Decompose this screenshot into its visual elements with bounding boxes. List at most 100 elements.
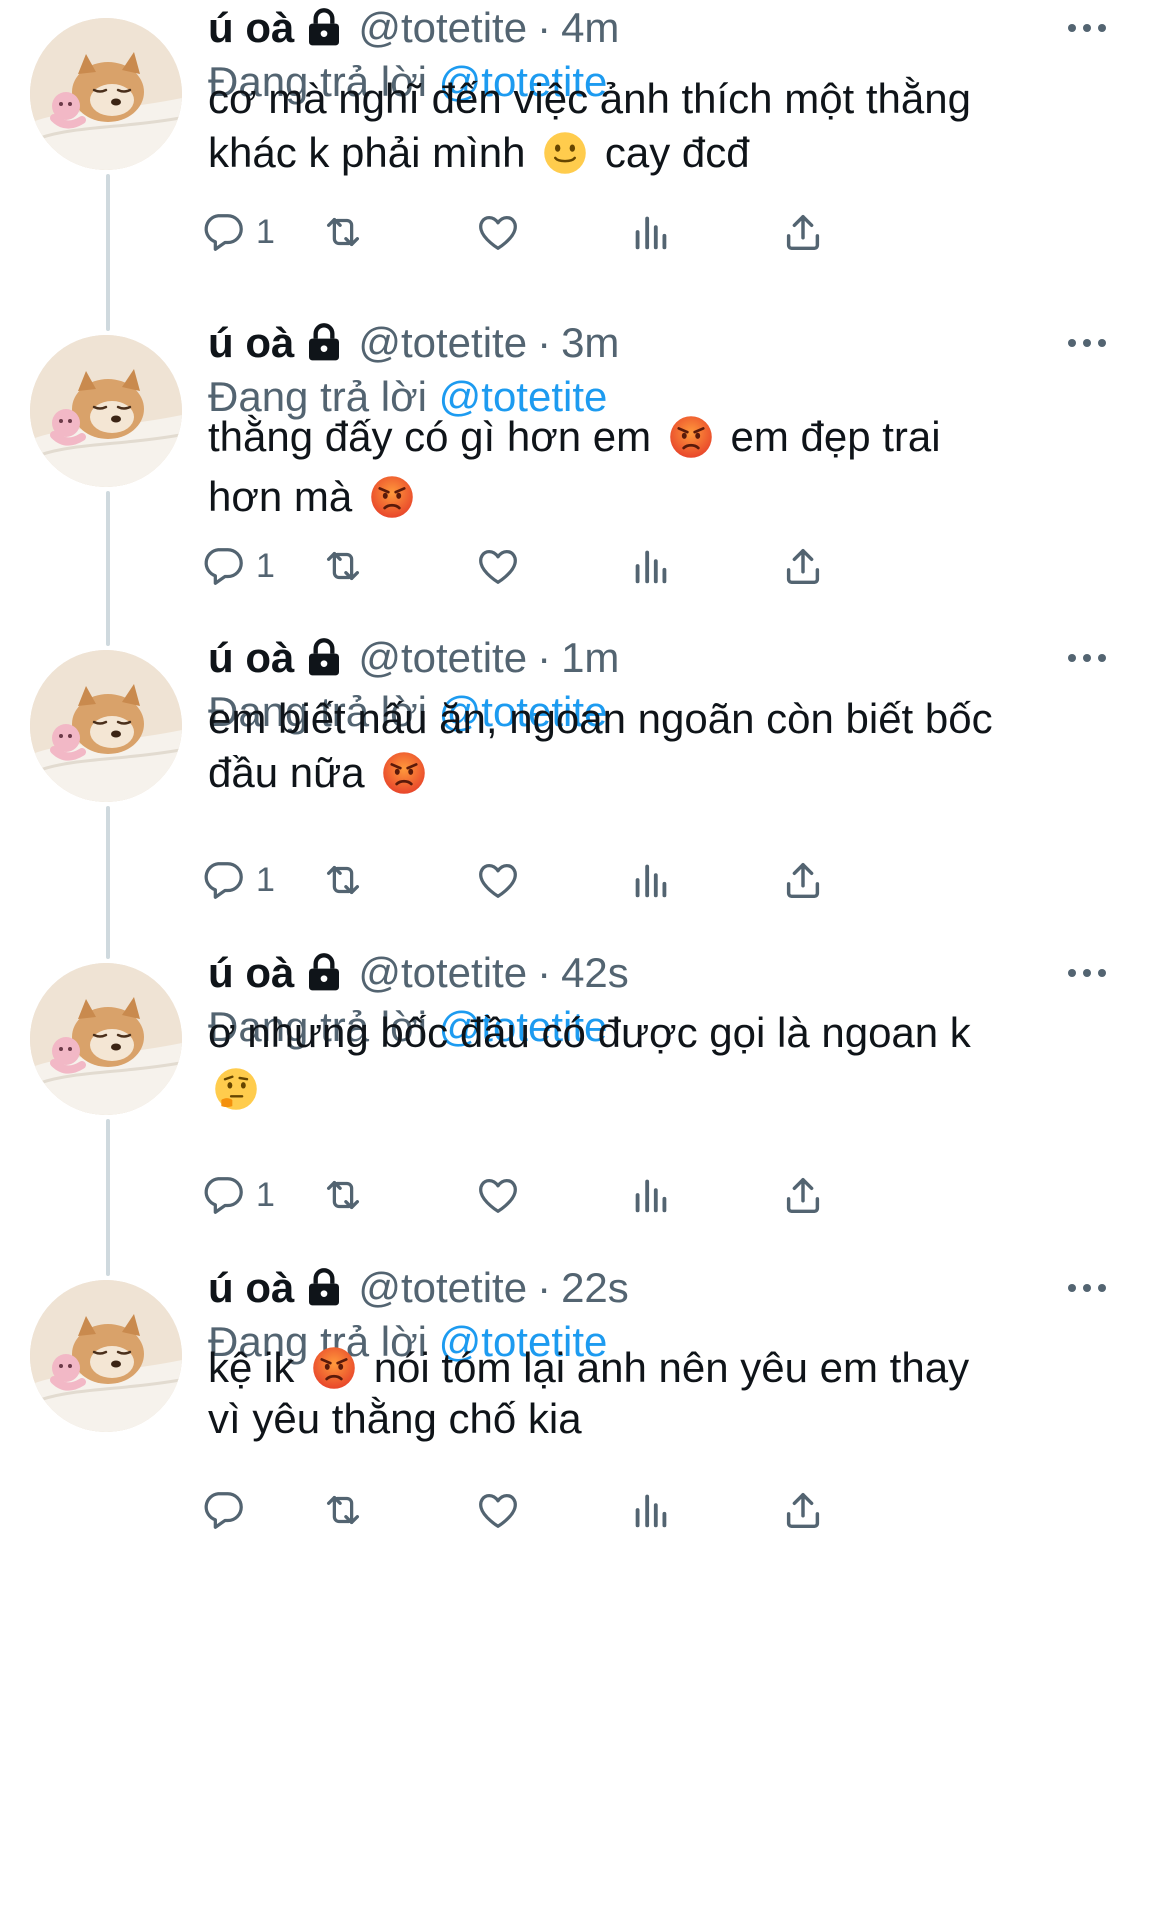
tweet-actions: 1 xyxy=(204,541,1008,591)
timestamp[interactable]: 3m xyxy=(561,315,619,371)
tweet-text-line: em biết nấu ăn, ngoan ngoãn còn biết bốc xyxy=(208,692,1108,746)
share-button[interactable] xyxy=(780,855,826,905)
more-options-icon[interactable] xyxy=(1065,333,1109,353)
share-button[interactable] xyxy=(780,207,826,257)
share-button[interactable] xyxy=(780,1170,826,1220)
tweet-text-line: đầu nữa xyxy=(208,746,1108,800)
views-button[interactable] xyxy=(628,855,674,905)
tweet-header: ú oà @totetite · 3m xyxy=(208,315,619,371)
tweet[interactable]: ú oà @totetite · 1m Đang trả lời @totetite em… xyxy=(0,630,1149,940)
like-button[interactable] xyxy=(475,855,521,905)
tweet[interactable]: ú oà @totetite · 3m Đang trả lời @totetite th… xyxy=(0,315,1149,625)
tweet[interactable]: ú oà @totetite · 42s Đang trả lời @totetite ơ… xyxy=(0,945,1149,1255)
retweet-icon xyxy=(320,209,366,255)
like-button[interactable] xyxy=(475,1485,521,1535)
retweet-icon xyxy=(320,1487,366,1533)
like-button[interactable] xyxy=(475,541,521,591)
share-button[interactable] xyxy=(780,541,826,591)
thinking-face-emoji xyxy=(214,1067,258,1111)
tweet-text-segment: nói tóm lại anh nên yêu em thay xyxy=(362,1344,970,1391)
tweet-text-segment: ơ nhưng bốc đầu có được gọi là ngoan k xyxy=(208,1009,971,1056)
more-options-icon[interactable] xyxy=(1065,963,1109,983)
retweet-button[interactable] xyxy=(320,1485,366,1535)
tweet-text: em biết nấu ăn, ngoan ngoãn còn biết bốc… xyxy=(208,692,1108,800)
avatar[interactable] xyxy=(30,18,182,170)
retweet-icon xyxy=(320,857,366,903)
reply-button[interactable]: 1 xyxy=(200,1170,275,1220)
tweet-text-line: ơ nhưng bốc đầu có được gọi là ngoan k xyxy=(208,1005,1108,1061)
user-handle[interactable]: @totetite xyxy=(358,945,527,1001)
like-button[interactable] xyxy=(475,1170,521,1220)
timestamp[interactable]: 22s xyxy=(561,1260,629,1316)
like-icon xyxy=(475,209,521,255)
views-button[interactable] xyxy=(628,207,674,257)
views-icon xyxy=(628,1487,674,1533)
views-button[interactable] xyxy=(628,541,674,591)
retweet-button[interactable] xyxy=(320,855,366,905)
reply-count: 1 xyxy=(256,212,275,251)
reply-button[interactable]: 1 xyxy=(200,207,275,257)
tweet-text-line xyxy=(208,1061,1108,1117)
retweet-icon xyxy=(320,543,366,589)
display-name[interactable]: ú oà xyxy=(208,0,294,56)
tweet-text-line: cơ mà nghĩ đến việc ảnh thích một thằng xyxy=(208,72,1108,126)
pouting-face-emoji xyxy=(370,475,414,519)
reply-button[interactable]: 1 xyxy=(200,541,275,591)
tweet[interactable]: ú oà @totetite · 4m Đang trả lời @totetite cơ… xyxy=(0,0,1149,310)
share-button[interactable] xyxy=(780,1485,826,1535)
like-icon xyxy=(475,1172,521,1218)
reply-icon xyxy=(200,1172,246,1218)
display-name[interactable]: ú oà xyxy=(208,1260,294,1316)
retweet-button[interactable] xyxy=(320,541,366,591)
more-options-icon[interactable] xyxy=(1065,18,1109,38)
lock-icon xyxy=(304,635,344,676)
tweet[interactable]: ú oà @totetite · 22s Đang trả lời @totetite k… xyxy=(0,1260,1149,1570)
display-name[interactable]: ú oà xyxy=(208,630,294,686)
retweet-icon xyxy=(320,1172,366,1218)
tweet-text-line: hơn mà xyxy=(208,467,1108,527)
retweet-button[interactable] xyxy=(320,1170,366,1220)
tweet-text: thằng đấy có gì hơn em em đẹp trai hơn mà xyxy=(208,407,1108,527)
avatar[interactable] xyxy=(30,650,182,802)
views-icon xyxy=(628,1172,674,1218)
tweet-text-segment: cơ mà nghĩ đến việc ảnh thích một thằng xyxy=(208,75,971,122)
timestamp[interactable]: 4m xyxy=(561,0,619,56)
views-button[interactable] xyxy=(628,1485,674,1535)
like-button[interactable] xyxy=(475,207,521,257)
display-name[interactable]: ú oà xyxy=(208,315,294,371)
tweet-text-line: kệ ik nói tóm lại anh nên yêu em thay xyxy=(208,1342,1108,1393)
avatar[interactable] xyxy=(30,1280,182,1432)
tweet-header: ú oà @totetite · 42s xyxy=(208,945,629,1001)
tweet-text-segment: khác k phải mình xyxy=(208,129,538,176)
slightly-smiling-face-emoji xyxy=(543,131,587,175)
timestamp[interactable]: 1m xyxy=(561,630,619,686)
reply-button[interactable]: 1 xyxy=(200,855,275,905)
user-handle[interactable]: @totetite xyxy=(358,630,527,686)
display-name[interactable]: ú oà xyxy=(208,945,294,1001)
tweet-text-segment: em biết nấu ăn, ngoan ngoãn còn biết bốc xyxy=(208,695,993,742)
more-options-icon[interactable] xyxy=(1065,1278,1109,1298)
user-handle[interactable]: @totetite xyxy=(358,1260,527,1316)
tweet-text: ơ nhưng bốc đầu có được gọi là ngoan k xyxy=(208,1005,1108,1117)
user-handle[interactable]: @totetite xyxy=(358,0,527,56)
reply-icon xyxy=(200,1487,246,1533)
more-options-icon[interactable] xyxy=(1065,648,1109,668)
timestamp[interactable]: 42s xyxy=(561,945,629,1001)
views-button[interactable] xyxy=(628,1170,674,1220)
tweet-thread: ú oà @totetite · 4m Đang trả lời @totetite cơ… xyxy=(0,0,1149,1920)
user-handle[interactable]: @totetite xyxy=(358,315,527,371)
pouting-face-emoji xyxy=(382,751,426,795)
tweet-text: kệ ik nói tóm lại anh nên yêu em thay vì … xyxy=(208,1342,1108,1444)
tweet-text-segment: cay đcđ xyxy=(593,129,750,176)
separator-dot: · xyxy=(537,4,552,51)
avatar[interactable] xyxy=(30,335,182,487)
like-icon xyxy=(475,857,521,903)
avatar[interactable] xyxy=(30,963,182,1115)
tweet-text-line: vì yêu thằng chố kia xyxy=(208,1393,1108,1444)
tweet-text-line: thằng đấy có gì hơn em em đẹp trai xyxy=(208,407,1108,467)
reply-button[interactable] xyxy=(200,1485,246,1535)
pouting-face-emoji xyxy=(669,415,713,459)
tweet-header: ú oà @totetite · 4m xyxy=(208,0,619,56)
retweet-button[interactable] xyxy=(320,207,366,257)
separator-dot: · xyxy=(537,1264,552,1311)
